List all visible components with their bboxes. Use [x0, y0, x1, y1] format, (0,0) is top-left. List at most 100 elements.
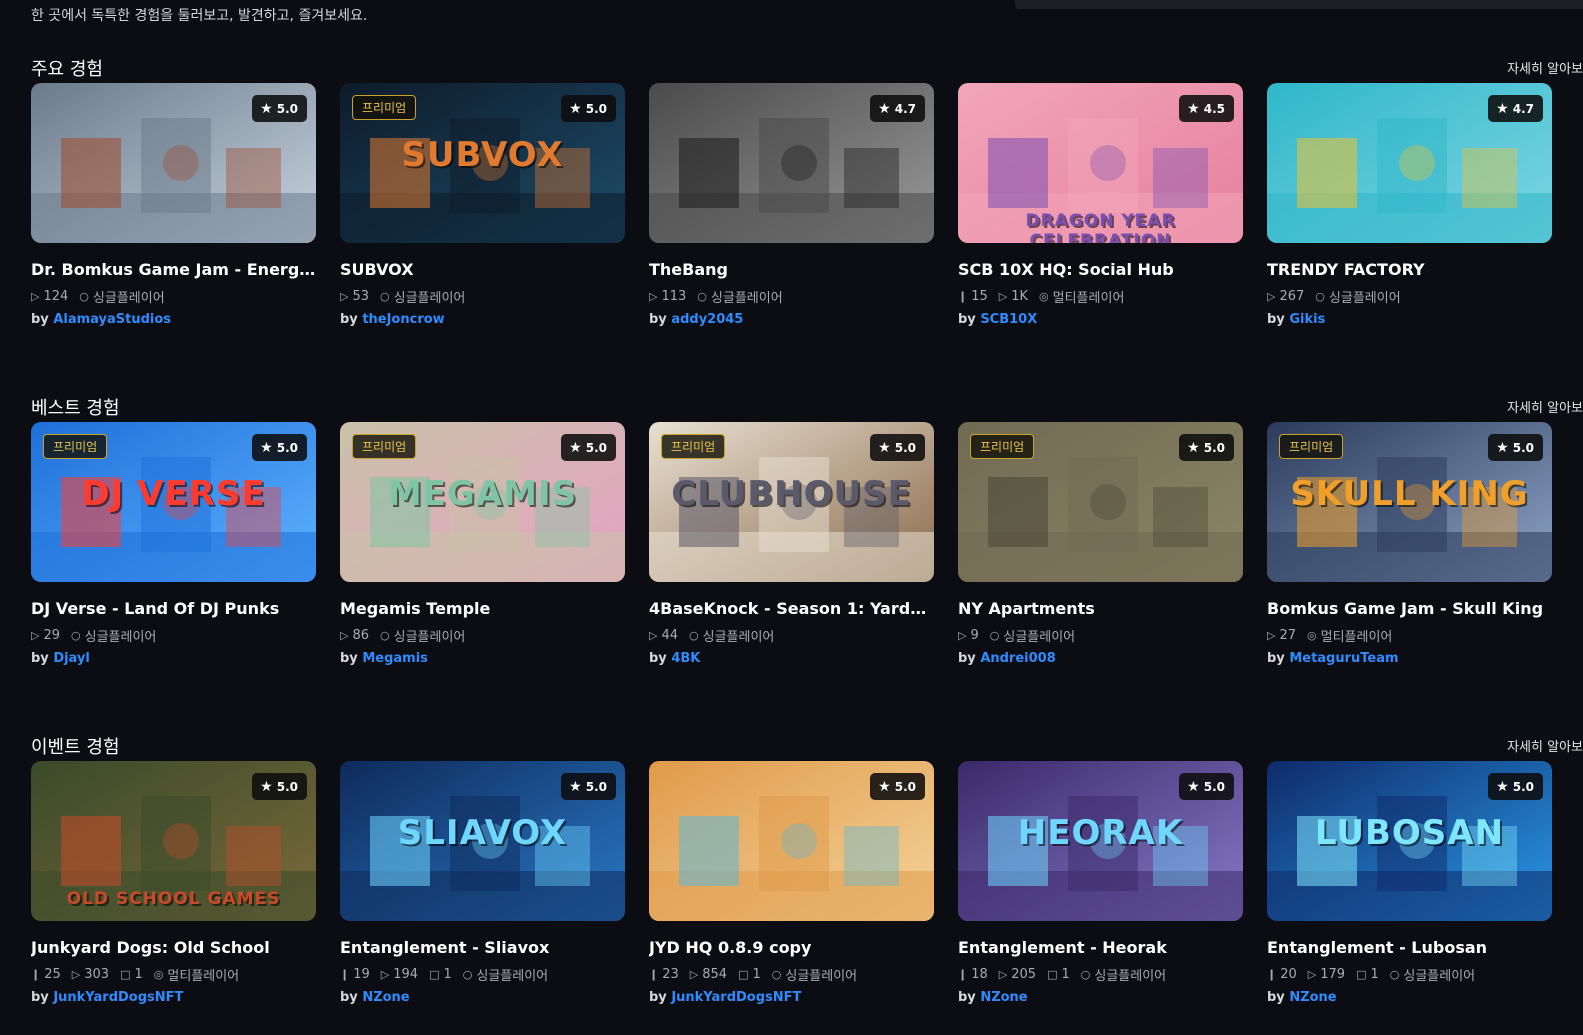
- user-icon: ○: [71, 629, 81, 642]
- experience-card[interactable]: CLUBHOUSE 프리미엄 ★ 5.0 4BaseKnock - Season 1: …: [649, 422, 934, 672]
- experience-thumbnail[interactable]: CLUBHOUSE 프리미엄 ★ 5.0: [649, 422, 934, 582]
- stat-item: □ 1: [738, 967, 761, 982]
- experience-title[interactable]: Entanglement - Lubosan: [1267, 938, 1552, 957]
- learn-more-link[interactable]: 자세히 알아보: [1507, 736, 1583, 755]
- creator-link[interactable]: 4BK: [671, 651, 700, 666]
- experience-thumbnail[interactable]: MEGAMIS 프리미엄 ★ 5.0: [340, 422, 625, 582]
- experience-card[interactable]: ★ 5.0 JYD HQ 0.8.9 copy ❙ 23 ▷ 854 □ 1 ○ 싱글플레이어 by …: [649, 761, 934, 1011]
- experience-card[interactable]: OLD SCHOOL GAMES ★ 5.0 Junkyard Dogs: Old S…: [31, 761, 316, 1011]
- by-label: by: [340, 990, 363, 1005]
- creator-link[interactable]: JunkYardDogsNFT: [53, 990, 183, 1005]
- creator-link[interactable]: addy2045: [671, 312, 743, 327]
- creator-byline: by JunkYardDogsNFT: [31, 990, 183, 1005]
- experience-title[interactable]: SUBVOX: [340, 260, 625, 279]
- creator-link[interactable]: SCB10X: [980, 312, 1037, 327]
- learn-more-link[interactable]: 자세히 알아보: [1507, 58, 1583, 77]
- stat-item: □ 1: [429, 967, 452, 982]
- experience-title[interactable]: TheBang: [649, 260, 934, 279]
- experience-thumbnail[interactable]: OLD SCHOOL GAMES ★ 5.0: [31, 761, 316, 921]
- stat-value: 15: [971, 289, 988, 304]
- creator-byline: by AlamayaStudios: [31, 312, 171, 327]
- creator-link[interactable]: NZone: [1289, 990, 1336, 1005]
- users-icon: ◎: [153, 968, 164, 981]
- stat-value: 53: [352, 289, 370, 304]
- experience-title[interactable]: NY Apartments: [958, 599, 1243, 618]
- experience-card[interactable]: HEORAK ★ 5.0 Entanglement - Heorak ❙ 18 ▷ 205 □ 1…: [958, 761, 1243, 1011]
- stat-value: 싱글플레이어: [476, 969, 549, 984]
- creator-link[interactable]: Gikis: [1289, 312, 1325, 327]
- experience-card[interactable]: MEGAMIS 프리미엄 ★ 5.0 Megamis Temple ▷ 86 ○ 싱글플레이어 b…: [340, 422, 625, 672]
- experience-card[interactable]: DRAGON YEAR CELEBRATION ★ 4.5 SCB 10X HQ: S…: [958, 83, 1243, 333]
- experience-title[interactable]: SCB 10X HQ: Social Hub: [958, 260, 1243, 279]
- stat-item: ❙ 25: [31, 967, 61, 982]
- stat-item: □ 1: [1047, 967, 1070, 982]
- experience-thumbnail[interactable]: SKULL KING 프리미엄 ★ 5.0: [1267, 422, 1552, 582]
- creator-link[interactable]: Andrei008: [980, 651, 1055, 666]
- creator-link[interactable]: Djayl: [53, 651, 90, 666]
- experience-stats: ▷ 86 ○ 싱글플레이어: [340, 626, 625, 645]
- stat-value: 싱글플레이어: [710, 291, 783, 306]
- creator-link[interactable]: MetaguruTeam: [1289, 651, 1398, 666]
- experience-thumbnail[interactable]: SUBVOX 프리미엄 ★ 5.0: [340, 83, 625, 243]
- experience-card[interactable]: ★ 5.0 Dr. Bomkus Game Jam - Energy... ▷ 124 ○…: [31, 83, 316, 333]
- experience-card[interactable]: DJ VERSE 프리미엄 ★ 5.0 DJ Verse - Land Of DJ Pu…: [31, 422, 316, 672]
- experience-title[interactable]: Entanglement - Heorak: [958, 938, 1243, 957]
- experience-thumbnail[interactable]: 프리미엄 ★ 5.0: [958, 422, 1243, 582]
- experience-card[interactable]: SLIAVOX ★ 5.0 Entanglement - Sliavox ❙ 19 ▷ 194…: [340, 761, 625, 1011]
- rating-badge: ★ 5.0: [1488, 773, 1543, 800]
- experience-title[interactable]: 4BaseKnock - Season 1: Yardsville: [649, 599, 934, 618]
- experience-title[interactable]: Entanglement - Sliavox: [340, 938, 625, 957]
- stat-item: ○ 싱글플레이어: [1081, 965, 1166, 984]
- experience-card[interactable]: ★ 4.7 TRENDY FACTORY ▷ 267 ○ 싱글플레이어 by Gikis: [1267, 83, 1552, 333]
- creator-link[interactable]: AlamayaStudios: [53, 312, 171, 327]
- experience-thumbnail[interactable]: ★ 4.7: [1267, 83, 1552, 243]
- stat-item: ▷ 9: [958, 628, 979, 643]
- experience-card[interactable]: SUBVOX 프리미엄 ★ 5.0 SUBVOX ▷ 53 ○ 싱글플레이어 by theJonc…: [340, 83, 625, 333]
- user-icon: ○: [697, 290, 707, 303]
- experience-card[interactable]: 프리미엄 ★ 5.0 NY Apartments ▷ 9 ○ 싱글플레이어 by Andrei0…: [958, 422, 1243, 672]
- creator-link[interactable]: Megamis: [362, 651, 428, 666]
- rating-value: 4.7: [894, 101, 916, 116]
- stat-item: ▷ 267: [1267, 289, 1304, 304]
- stat-value: 멀티플레이어: [1052, 291, 1125, 306]
- experience-thumbnail[interactable]: ★ 5.0: [649, 761, 934, 921]
- experience-title[interactable]: TRENDY FACTORY: [1267, 260, 1552, 279]
- experience-thumbnail[interactable]: DRAGON YEAR CELEBRATION ★ 4.5: [958, 83, 1243, 243]
- thumbnail-logo-text: HEORAK: [1017, 813, 1184, 853]
- premium-badge: 프리미엄: [352, 434, 417, 459]
- creator-link[interactable]: JunkYardDogsNFT: [671, 990, 801, 1005]
- experience-thumbnail[interactable]: LUBOSAN ★ 5.0: [1267, 761, 1552, 921]
- stat-item: ▷ 854: [690, 967, 727, 982]
- experience-thumbnail[interactable]: ★ 4.7: [649, 83, 934, 243]
- experience-title[interactable]: Junkyard Dogs: Old School: [31, 938, 316, 957]
- experience-card[interactable]: ★ 4.7 TheBang ▷ 113 ○ 싱글플레이어 by addy2045: [649, 83, 934, 333]
- experience-thumbnail[interactable]: SLIAVOX ★ 5.0: [340, 761, 625, 921]
- learn-more-link[interactable]: 자세히 알아보: [1507, 397, 1583, 416]
- creator-link[interactable]: theJoncrow: [362, 312, 444, 327]
- stat-item: ▷ 29: [31, 628, 60, 643]
- experience-thumbnail[interactable]: ★ 5.0: [31, 83, 316, 243]
- user-icon: ○: [380, 290, 390, 303]
- thumbnail-logo-text: LUBOSAN: [1314, 813, 1505, 853]
- stat-item: ▷ 86: [340, 628, 369, 643]
- stat-item: ❙ 20: [1267, 967, 1297, 982]
- star-icon: ★: [878, 100, 891, 117]
- search-bar-edge[interactable]: [1015, 0, 1583, 9]
- experience-stats: ▷ 44 ○ 싱글플레이어: [649, 626, 934, 645]
- experience-card[interactable]: LUBOSAN ★ 5.0 Entanglement - Lubosan ❙ 20 ▷ 179…: [1267, 761, 1552, 1011]
- experience-card[interactable]: SKULL KING 프리미엄 ★ 5.0 Bomkus Game Jam - Skul…: [1267, 422, 1552, 672]
- rating-value: 5.0: [1203, 779, 1225, 794]
- experience-thumbnail[interactable]: DJ VERSE 프리미엄 ★ 5.0: [31, 422, 316, 582]
- creator-link[interactable]: NZone: [362, 990, 409, 1005]
- experience-title[interactable]: Megamis Temple: [340, 599, 625, 618]
- by-label: by: [958, 312, 981, 327]
- experience-title[interactable]: DJ Verse - Land Of DJ Punks: [31, 599, 316, 618]
- experience-thumbnail[interactable]: HEORAK ★ 5.0: [958, 761, 1243, 921]
- creator-link[interactable]: NZone: [980, 990, 1027, 1005]
- by-label: by: [340, 651, 363, 666]
- experience-title[interactable]: Dr. Bomkus Game Jam - Energy...: [31, 260, 316, 279]
- star-icon: ★: [569, 100, 582, 117]
- experience-title[interactable]: JYD HQ 0.8.9 copy: [649, 938, 934, 957]
- experience-title[interactable]: Bomkus Game Jam - Skull King: [1267, 599, 1552, 618]
- experience-stats: ❙ 23 ▷ 854 □ 1 ○ 싱글플레이어: [649, 965, 934, 984]
